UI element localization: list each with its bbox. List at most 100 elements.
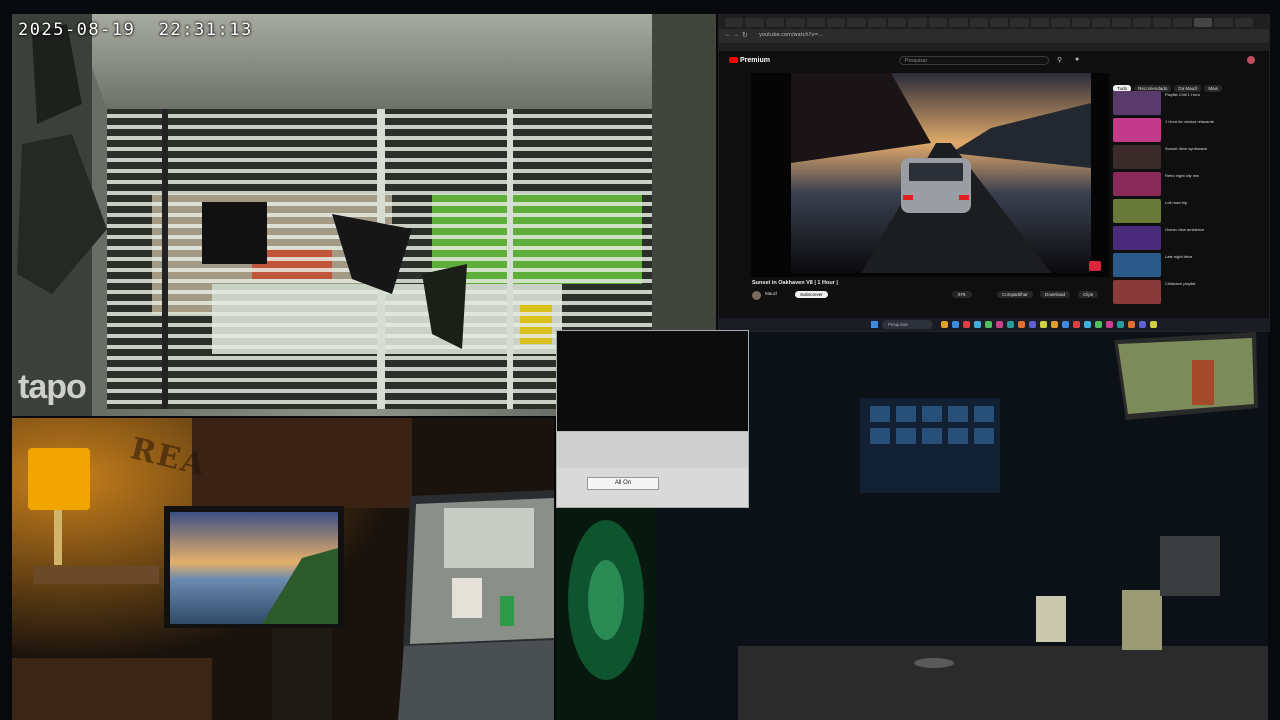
taskbar-app-icon[interactable]	[952, 321, 959, 328]
browser-tab[interactable]	[1071, 18, 1090, 27]
browser-tab[interactable]	[1193, 18, 1213, 27]
recommendation-thumbnail[interactable]	[1113, 145, 1161, 169]
recommendation-item[interactable]: Chillwave playlist	[1113, 280, 1263, 304]
subscribe-button[interactable]: Subscrever	[795, 291, 828, 298]
forward-icon[interactable]: →	[733, 32, 739, 38]
recommendation-thumbnail[interactable]	[1113, 91, 1161, 115]
taskbar-app-icon[interactable]	[1018, 321, 1025, 328]
browser-tab[interactable]	[1173, 18, 1192, 27]
youtube-video-player[interactable]	[751, 73, 1109, 277]
browser-tab[interactable]	[1153, 18, 1172, 27]
taskbar-app-icon[interactable]	[1029, 321, 1036, 328]
browser-tab[interactable]	[867, 18, 887, 27]
like-button[interactable]: 976	[952, 291, 972, 298]
recommendation-item[interactable]: 1 Hora de música relaxante	[1113, 118, 1263, 142]
browser-tab[interactable]	[1132, 18, 1152, 27]
taskbar-app-icon[interactable]	[1117, 321, 1124, 328]
share-button[interactable]: Compartilhar	[997, 291, 1033, 298]
taskbar-app-icon[interactable]	[1084, 321, 1091, 328]
reload-icon[interactable]: ↻	[742, 31, 748, 39]
taskbar-app-icon[interactable]	[1139, 321, 1146, 328]
taskbar-app-icon[interactable]	[1062, 321, 1069, 328]
taskbar-app-icon[interactable]	[1051, 321, 1058, 328]
browser-tab[interactable]	[806, 18, 825, 27]
taskbar-app-icon[interactable]	[1150, 321, 1157, 328]
recommendation-item[interactable]: Retro night city mix	[1113, 172, 1263, 196]
recommendation-item[interactable]: Late night drive	[1113, 253, 1263, 277]
recommendation-title[interactable]: Chillwave playlist	[1165, 281, 1259, 303]
taskbar-app-icon[interactable]	[1073, 321, 1080, 328]
recommendation-thumbnail[interactable]	[1113, 226, 1161, 250]
recommendation-thumbnail[interactable]	[1113, 280, 1161, 304]
clip-button[interactable]: Clipe	[1078, 291, 1099, 298]
recommendation-title[interactable]: Playlist Chill 1 Hora	[1165, 92, 1259, 114]
download-button[interactable]: Download	[1040, 291, 1071, 298]
browser-tab[interactable]	[990, 18, 1009, 27]
taskbar-search-input[interactable]: Pesquisar	[882, 320, 932, 329]
browser-tab[interactable]	[908, 18, 927, 27]
taskbar-app-icon[interactable]	[1128, 321, 1135, 328]
browser-tab[interactable]	[745, 18, 764, 27]
taskbar-app-icon[interactable]	[996, 321, 1003, 328]
browser-tab[interactable]	[786, 18, 805, 27]
youtube-logo-text: Premium	[740, 57, 770, 64]
windows-taskbar: Pesquisar	[719, 318, 1269, 331]
taskbar-app-icon[interactable]	[1095, 321, 1102, 328]
taskbar-app-icon[interactable]	[974, 321, 981, 328]
browser-tab[interactable]	[928, 18, 948, 27]
browser-tab[interactable]	[826, 18, 846, 27]
camera-feed-office: REA	[12, 418, 554, 720]
recommendation-title[interactable]: Sunset drive synthwave	[1165, 146, 1259, 168]
browser-tab[interactable]	[1214, 18, 1233, 27]
browser-window: ← → ↻ youtube.com/watch?v=… Premium Pesq…	[718, 14, 1270, 332]
recommendation-item[interactable]: Sunset drive synthwave	[1113, 145, 1263, 169]
taskbar-app-icon[interactable]	[941, 321, 948, 328]
browser-tab[interactable]	[847, 18, 866, 27]
browser-tab[interactable]	[949, 18, 968, 27]
recommendation-item[interactable]: Lofi road trip	[1113, 199, 1263, 223]
recommendation-thumbnail[interactable]	[1113, 118, 1161, 142]
browser-tab[interactable]	[1010, 18, 1029, 27]
dialog-body	[557, 431, 748, 468]
browser-url[interactable]: youtube.com/watch?v=…	[759, 32, 823, 38]
recommendation-item[interactable]: Playlist Chill 1 Hora	[1113, 91, 1263, 115]
browser-tab[interactable]	[1051, 18, 1070, 27]
recommendation-title[interactable]: Retro night city mix	[1165, 173, 1259, 195]
browser-address-bar[interactable]: ← → ↻ youtube.com/watch?v=…	[719, 29, 1269, 43]
recommendation-thumbnail[interactable]	[1113, 199, 1161, 223]
browser-tab[interactable]	[1234, 18, 1253, 27]
microphone-icon[interactable]: ●	[1075, 56, 1079, 63]
browser-tab[interactable]	[1030, 18, 1050, 27]
back-icon[interactable]: ←	[725, 32, 731, 38]
browser-tab[interactable]	[969, 18, 988, 27]
taskbar-app-icon[interactable]	[963, 321, 970, 328]
recommendation-item[interactable]: Ocean view ambience	[1113, 226, 1263, 250]
recommendation-title[interactable]: Late night drive	[1165, 254, 1259, 276]
taskbar-app-icon[interactable]	[1040, 321, 1047, 328]
avatar[interactable]	[1247, 56, 1255, 64]
recommendation-thumbnail[interactable]	[1113, 172, 1161, 196]
video-title: Sunset in Oakhaven V8 | 1 Hour |	[752, 280, 838, 286]
browser-tab[interactable]	[1112, 18, 1131, 27]
browser-tab[interactable]	[765, 18, 785, 27]
recommendation-thumbnail[interactable]	[1113, 253, 1161, 277]
recommendation-title[interactable]: Ocean view ambience	[1165, 227, 1259, 249]
search-icon[interactable]: ⚲	[1057, 56, 1062, 64]
channel-name[interactable]: Mauzl	[765, 291, 777, 296]
taskbar-app-icon[interactable]	[985, 321, 992, 328]
recommendation-title[interactable]: 1 Hora de música relaxante	[1165, 119, 1259, 141]
youtube-search-input[interactable]: Pesquisar	[899, 56, 1049, 65]
browser-tab[interactable]	[725, 18, 744, 27]
video-frame-sunset-car	[751, 73, 1109, 277]
browser-tab[interactable]	[888, 18, 907, 27]
all-on-button[interactable]: All On	[587, 477, 659, 490]
taskbar-app-icon[interactable]	[1007, 321, 1014, 328]
dialog-dark-pane	[557, 331, 748, 431]
windows-start-icon[interactable]	[871, 321, 878, 328]
taskbar-app-icon[interactable]	[1106, 321, 1113, 328]
recommendation-title[interactable]: Lofi road trip	[1165, 200, 1259, 222]
channel-avatar[interactable]	[752, 291, 761, 300]
browser-tab[interactable]	[1091, 18, 1111, 27]
youtube-recommendations: Tudo Recomendado Da Mauzl Mais Playlist Chi…	[1113, 77, 1263, 327]
youtube-logo[interactable]: Premium	[729, 57, 770, 64]
